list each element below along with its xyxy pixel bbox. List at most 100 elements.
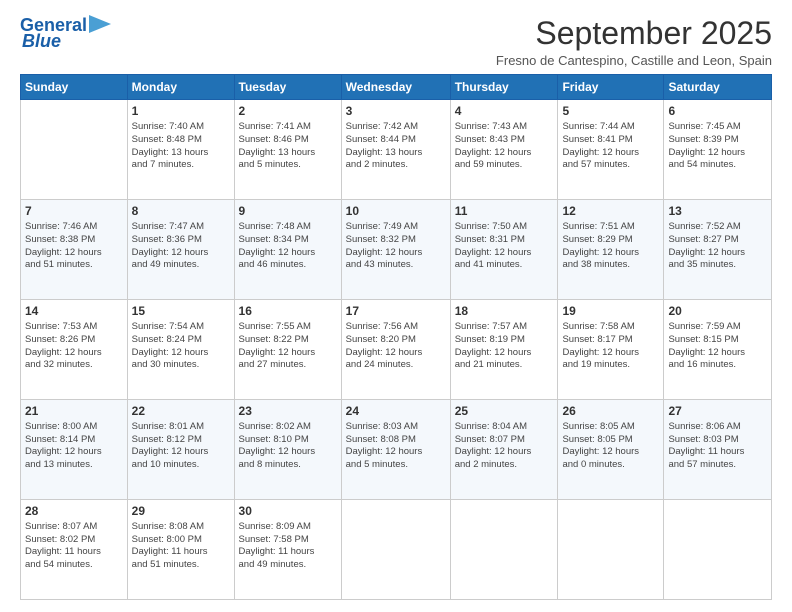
day-info: Sunrise: 7:48 AM Sunset: 8:34 PM Dayligh… — [239, 221, 337, 272]
calendar-cell: 20Sunrise: 7:59 AM Sunset: 8:15 PM Dayli… — [664, 300, 772, 400]
day-info: Sunrise: 7:42 AM Sunset: 8:44 PM Dayligh… — [346, 121, 446, 172]
month-year-title: September 2025 — [496, 16, 772, 51]
calendar-cell: 12Sunrise: 7:51 AM Sunset: 8:29 PM Dayli… — [558, 200, 664, 300]
day-number: 2 — [239, 103, 337, 120]
calendar-cell: 25Sunrise: 8:04 AM Sunset: 8:07 PM Dayli… — [450, 400, 558, 500]
day-number: 12 — [562, 203, 659, 220]
day-number: 26 — [562, 403, 659, 420]
calendar-cell: 14Sunrise: 7:53 AM Sunset: 8:26 PM Dayli… — [21, 300, 128, 400]
day-number: 21 — [25, 403, 123, 420]
calendar-cell: 15Sunrise: 7:54 AM Sunset: 8:24 PM Dayli… — [127, 300, 234, 400]
calendar-cell — [558, 500, 664, 600]
day-info: Sunrise: 7:59 AM Sunset: 8:15 PM Dayligh… — [668, 321, 767, 372]
calendar-cell: 11Sunrise: 7:50 AM Sunset: 8:31 PM Dayli… — [450, 200, 558, 300]
day-number: 19 — [562, 303, 659, 320]
day-number: 17 — [346, 303, 446, 320]
calendar-cell: 6Sunrise: 7:45 AM Sunset: 8:39 PM Daylig… — [664, 100, 772, 200]
header: General Blue September 2025 Fresno de Ca… — [20, 16, 772, 68]
day-info: Sunrise: 7:49 AM Sunset: 8:32 PM Dayligh… — [346, 221, 446, 272]
calendar-cell: 5Sunrise: 7:44 AM Sunset: 8:41 PM Daylig… — [558, 100, 664, 200]
calendar-cell: 23Sunrise: 8:02 AM Sunset: 8:10 PM Dayli… — [234, 400, 341, 500]
calendar-cell: 2Sunrise: 7:41 AM Sunset: 8:46 PM Daylig… — [234, 100, 341, 200]
week-row-3: 14Sunrise: 7:53 AM Sunset: 8:26 PM Dayli… — [21, 300, 772, 400]
day-number: 8 — [132, 203, 230, 220]
col-friday: Friday — [558, 75, 664, 100]
day-number: 30 — [239, 503, 337, 520]
calendar-cell: 13Sunrise: 7:52 AM Sunset: 8:27 PM Dayli… — [664, 200, 772, 300]
title-section: September 2025 Fresno de Cantespino, Cas… — [496, 16, 772, 68]
calendar-cell: 19Sunrise: 7:58 AM Sunset: 8:17 PM Dayli… — [558, 300, 664, 400]
calendar-cell: 3Sunrise: 7:42 AM Sunset: 8:44 PM Daylig… — [341, 100, 450, 200]
day-info: Sunrise: 7:56 AM Sunset: 8:20 PM Dayligh… — [346, 321, 446, 372]
col-wednesday: Wednesday — [341, 75, 450, 100]
day-number: 1 — [132, 103, 230, 120]
week-row-1: 1Sunrise: 7:40 AM Sunset: 8:48 PM Daylig… — [21, 100, 772, 200]
day-number: 29 — [132, 503, 230, 520]
day-number: 6 — [668, 103, 767, 120]
day-number: 27 — [668, 403, 767, 420]
day-number: 15 — [132, 303, 230, 320]
day-number: 14 — [25, 303, 123, 320]
col-thursday: Thursday — [450, 75, 558, 100]
logo-blue-text: Blue — [22, 32, 61, 50]
day-info: Sunrise: 7:52 AM Sunset: 8:27 PM Dayligh… — [668, 221, 767, 272]
day-number: 3 — [346, 103, 446, 120]
day-info: Sunrise: 8:00 AM Sunset: 8:14 PM Dayligh… — [25, 421, 123, 472]
day-number: 23 — [239, 403, 337, 420]
day-info: Sunrise: 8:08 AM Sunset: 8:00 PM Dayligh… — [132, 521, 230, 572]
day-info: Sunrise: 7:54 AM Sunset: 8:24 PM Dayligh… — [132, 321, 230, 372]
col-tuesday: Tuesday — [234, 75, 341, 100]
week-row-4: 21Sunrise: 8:00 AM Sunset: 8:14 PM Dayli… — [21, 400, 772, 500]
day-number: 28 — [25, 503, 123, 520]
day-number: 13 — [668, 203, 767, 220]
day-info: Sunrise: 8:03 AM Sunset: 8:08 PM Dayligh… — [346, 421, 446, 472]
calendar-cell: 8Sunrise: 7:47 AM Sunset: 8:36 PM Daylig… — [127, 200, 234, 300]
day-info: Sunrise: 8:04 AM Sunset: 8:07 PM Dayligh… — [455, 421, 554, 472]
day-info: Sunrise: 7:58 AM Sunset: 8:17 PM Dayligh… — [562, 321, 659, 372]
day-info: Sunrise: 8:01 AM Sunset: 8:12 PM Dayligh… — [132, 421, 230, 472]
calendar-cell — [450, 500, 558, 600]
day-info: Sunrise: 7:41 AM Sunset: 8:46 PM Dayligh… — [239, 121, 337, 172]
calendar-cell: 10Sunrise: 7:49 AM Sunset: 8:32 PM Dayli… — [341, 200, 450, 300]
calendar-cell — [341, 500, 450, 600]
col-saturday: Saturday — [664, 75, 772, 100]
day-info: Sunrise: 7:44 AM Sunset: 8:41 PM Dayligh… — [562, 121, 659, 172]
calendar-cell: 9Sunrise: 7:48 AM Sunset: 8:34 PM Daylig… — [234, 200, 341, 300]
day-info: Sunrise: 7:40 AM Sunset: 8:48 PM Dayligh… — [132, 121, 230, 172]
calendar-cell: 26Sunrise: 8:05 AM Sunset: 8:05 PM Dayli… — [558, 400, 664, 500]
day-info: Sunrise: 7:53 AM Sunset: 8:26 PM Dayligh… — [25, 321, 123, 372]
calendar-cell: 16Sunrise: 7:55 AM Sunset: 8:22 PM Dayli… — [234, 300, 341, 400]
day-number: 5 — [562, 103, 659, 120]
day-info: Sunrise: 7:51 AM Sunset: 8:29 PM Dayligh… — [562, 221, 659, 272]
calendar-cell: 1Sunrise: 7:40 AM Sunset: 8:48 PM Daylig… — [127, 100, 234, 200]
calendar-cell: 24Sunrise: 8:03 AM Sunset: 8:08 PM Dayli… — [341, 400, 450, 500]
calendar-header-row: Sunday Monday Tuesday Wednesday Thursday… — [21, 75, 772, 100]
day-info: Sunrise: 8:02 AM Sunset: 8:10 PM Dayligh… — [239, 421, 337, 472]
day-info: Sunrise: 8:09 AM Sunset: 7:58 PM Dayligh… — [239, 521, 337, 572]
page: General Blue September 2025 Fresno de Ca… — [0, 0, 792, 612]
day-number: 16 — [239, 303, 337, 320]
day-info: Sunrise: 7:46 AM Sunset: 8:38 PM Dayligh… — [25, 221, 123, 272]
calendar-cell — [664, 500, 772, 600]
day-number: 25 — [455, 403, 554, 420]
day-number: 20 — [668, 303, 767, 320]
calendar-cell: 28Sunrise: 8:07 AM Sunset: 8:02 PM Dayli… — [21, 500, 128, 600]
location-text: Fresno de Cantespino, Castille and Leon,… — [496, 53, 772, 68]
calendar-cell: 17Sunrise: 7:56 AM Sunset: 8:20 PM Dayli… — [341, 300, 450, 400]
day-info: Sunrise: 7:57 AM Sunset: 8:19 PM Dayligh… — [455, 321, 554, 372]
calendar-cell: 22Sunrise: 8:01 AM Sunset: 8:12 PM Dayli… — [127, 400, 234, 500]
day-number: 9 — [239, 203, 337, 220]
day-number: 11 — [455, 203, 554, 220]
day-number: 22 — [132, 403, 230, 420]
day-number: 4 — [455, 103, 554, 120]
calendar-cell — [21, 100, 128, 200]
day-info: Sunrise: 8:06 AM Sunset: 8:03 PM Dayligh… — [668, 421, 767, 472]
week-row-5: 28Sunrise: 8:07 AM Sunset: 8:02 PM Dayli… — [21, 500, 772, 600]
day-info: Sunrise: 8:07 AM Sunset: 8:02 PM Dayligh… — [25, 521, 123, 572]
day-number: 18 — [455, 303, 554, 320]
calendar-cell: 30Sunrise: 8:09 AM Sunset: 7:58 PM Dayli… — [234, 500, 341, 600]
day-info: Sunrise: 7:43 AM Sunset: 8:43 PM Dayligh… — [455, 121, 554, 172]
day-info: Sunrise: 8:05 AM Sunset: 8:05 PM Dayligh… — [562, 421, 659, 472]
day-info: Sunrise: 7:47 AM Sunset: 8:36 PM Dayligh… — [132, 221, 230, 272]
day-number: 24 — [346, 403, 446, 420]
